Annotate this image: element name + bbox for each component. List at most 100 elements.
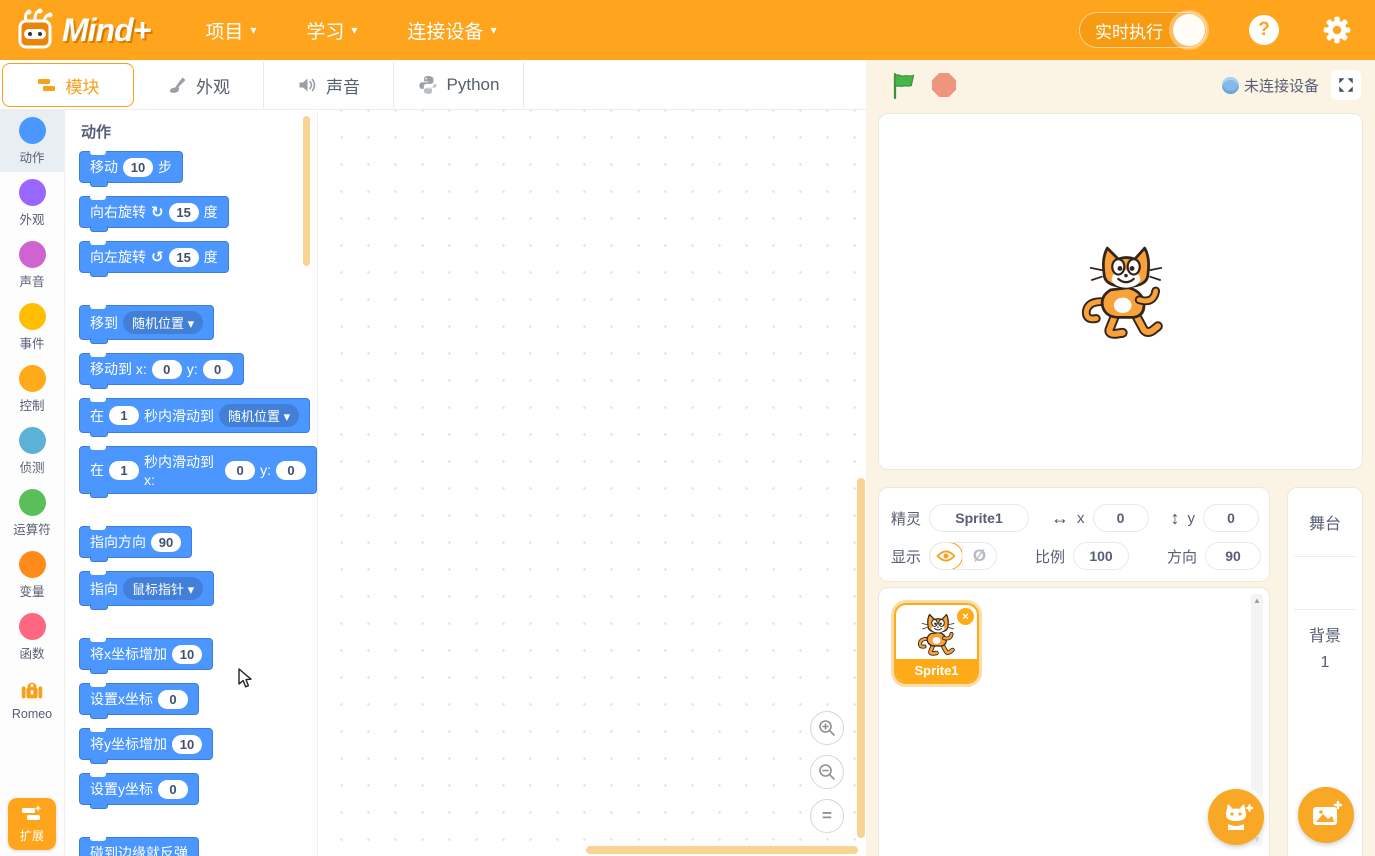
palette-block-glide-random[interactable]: 在1秒内滑动到随机位置 ▾ bbox=[79, 398, 310, 433]
block-number-input[interactable]: 90 bbox=[151, 533, 181, 552]
settings-button[interactable] bbox=[1321, 14, 1353, 46]
stage-sprite-cat[interactable] bbox=[1071, 236, 1181, 346]
tab-blocks[interactable]: 模块 bbox=[2, 63, 134, 107]
help-button[interactable]: ? bbox=[1249, 15, 1279, 45]
divider bbox=[1294, 556, 1356, 557]
device-status[interactable]: 未连接设备 bbox=[1222, 75, 1319, 96]
sprite-scale-input[interactable]: 100 bbox=[1073, 542, 1129, 570]
palette-block-change-x[interactable]: 将x坐标增加 10 bbox=[79, 638, 213, 670]
menu-connect-device[interactable]: 连接设备▾ bbox=[407, 17, 496, 44]
direction-label: 方向 bbox=[1167, 546, 1197, 567]
add-backdrop-button[interactable] bbox=[1298, 787, 1354, 843]
tab-label: 模块 bbox=[66, 73, 100, 98]
sprite-x-input[interactable]: 0 bbox=[1093, 504, 1149, 532]
workspace-horizontal-scrollbar[interactable] bbox=[586, 846, 858, 854]
palette-block-point-direction[interactable]: 指向方向 90 bbox=[79, 526, 192, 558]
block-number-input[interactable]: 15 bbox=[169, 203, 199, 222]
fullscreen-button[interactable] bbox=[1331, 70, 1361, 100]
palette-scrollbar[interactable] bbox=[303, 116, 310, 266]
extension-button[interactable]: 扩展 bbox=[8, 798, 56, 850]
delete-sprite-button[interactable]: × bbox=[957, 608, 974, 625]
palette-block-move-steps[interactable]: 移动10步 bbox=[79, 151, 183, 183]
sprite-label: 精灵 bbox=[891, 508, 921, 529]
sprite-card[interactable]: × Sprite1 bbox=[894, 603, 979, 684]
zoom-in-button[interactable] bbox=[810, 711, 844, 745]
sidebar-item-events[interactable]: 事件 bbox=[0, 296, 64, 358]
palette-block-point-towards[interactable]: 指向鼠标指针 ▾ bbox=[79, 571, 214, 606]
sprite-direction-input[interactable]: 90 bbox=[1205, 542, 1261, 570]
menu-project[interactable]: 项目▾ bbox=[205, 17, 256, 44]
tab-costumes[interactable]: 外观 bbox=[134, 62, 264, 108]
sprite-card-name: Sprite1 bbox=[896, 659, 977, 682]
green-flag-button[interactable] bbox=[890, 72, 918, 99]
sprite-name-input[interactable]: Sprite1 bbox=[929, 504, 1029, 532]
palette-block-set-y[interactable]: 设置y坐标0 bbox=[79, 773, 199, 805]
workspace-vertical-scrollbar[interactable] bbox=[857, 478, 865, 838]
block-number-input[interactable]: 10 bbox=[172, 645, 202, 664]
block-text: 秒内滑动到 bbox=[144, 406, 214, 426]
block-number-input[interactable]: 0 bbox=[152, 360, 182, 379]
scroll-up-icon[interactable]: ▲ bbox=[1253, 594, 1261, 607]
realtime-execute-toggle[interactable]: 实时执行 bbox=[1079, 12, 1207, 48]
stage-canvas[interactable] bbox=[878, 113, 1363, 470]
block-number-input[interactable]: 1 bbox=[109, 406, 139, 425]
block-number-input[interactable]: 0 bbox=[276, 461, 306, 480]
block-dropdown[interactable]: 随机位置 ▾ bbox=[123, 311, 203, 334]
code-workspace[interactable]: = bbox=[317, 110, 866, 856]
editor-tab-bar: 模块 外观 声音Python bbox=[0, 60, 866, 110]
palette-block-change-y[interactable]: 将y坐标增加10 bbox=[79, 728, 213, 760]
top-bar: Mind+ 项目▾ 学习▾ 连接设备▾ 实时执行 ? bbox=[0, 0, 1375, 60]
gear-icon bbox=[1321, 14, 1353, 46]
sidebar-item-looks[interactable]: 外观 bbox=[0, 172, 64, 234]
block-text: 指向方向 bbox=[90, 532, 146, 552]
sidebar-item-variables[interactable]: 变量 bbox=[0, 544, 64, 606]
sidebar-item-functions[interactable]: 函数 bbox=[0, 606, 64, 668]
category-color-dot bbox=[19, 489, 46, 516]
sprite-y-input[interactable]: 0 bbox=[1203, 504, 1259, 532]
hide-sprite-button[interactable]: Ø bbox=[962, 543, 996, 569]
backdrop-count: 1 bbox=[1288, 654, 1362, 672]
tab-python[interactable]: Python bbox=[394, 62, 524, 108]
category-color-dot bbox=[19, 365, 46, 392]
palette-block-bounce-edge[interactable]: 碰到边缘就反弹 bbox=[79, 837, 199, 856]
sidebar-item-sound[interactable]: 声音 bbox=[0, 234, 64, 296]
logo-text: Mind+ bbox=[62, 12, 150, 49]
tab-sounds[interactable]: 声音 bbox=[264, 62, 394, 108]
zoom-reset-button[interactable]: = bbox=[810, 799, 844, 833]
block-number-input[interactable]: 0 bbox=[225, 461, 255, 480]
stage-header: 未连接设备 bbox=[866, 60, 1375, 110]
block-number-input[interactable]: 0 bbox=[203, 360, 233, 379]
palette-block-turn-left[interactable]: 向左旋转↺15度 bbox=[79, 241, 229, 273]
block-number-input[interactable]: 10 bbox=[172, 735, 202, 754]
tab-label: 外观 bbox=[196, 73, 230, 98]
block-number-input[interactable]: 15 bbox=[169, 248, 199, 267]
zoom-out-button[interactable] bbox=[810, 755, 844, 789]
show-sprite-button[interactable] bbox=[929, 542, 963, 570]
block-dropdown[interactable]: 随机位置 ▾ bbox=[219, 404, 299, 427]
app-logo[interactable]: Mind+ bbox=[12, 7, 150, 53]
block-text: 将x坐标增加 bbox=[90, 644, 167, 664]
block-number-input[interactable]: 1 bbox=[109, 461, 139, 480]
block-number-input[interactable]: 0 bbox=[158, 690, 188, 709]
palette-block-goto-xy[interactable]: 移动到 x:0y:0 bbox=[79, 353, 244, 385]
palette-block-goto-random[interactable]: 移到随机位置 ▾ bbox=[79, 305, 214, 340]
block-number-input[interactable]: 10 bbox=[123, 158, 153, 177]
palette-block-glide-xy[interactable]: 在1秒内滑动到 x:0y:0 bbox=[79, 446, 317, 494]
add-sprite-button[interactable] bbox=[1208, 789, 1264, 845]
block-number-input[interactable]: 0 bbox=[158, 780, 188, 799]
palette-block-set-x[interactable]: 设置x坐标 0 bbox=[79, 683, 199, 715]
menu-label: 项目 bbox=[205, 17, 243, 44]
stage-backdrop-column[interactable]: 舞台 背景 1 bbox=[1287, 487, 1363, 856]
menu-learn[interactable]: 学习▾ bbox=[306, 17, 357, 44]
block-dropdown[interactable]: 鼠标指针 ▾ bbox=[123, 577, 203, 600]
sidebar-item-control[interactable]: 控制 bbox=[0, 358, 64, 420]
palette-block-turn-right[interactable]: 向右旋转↻15度 bbox=[79, 196, 229, 228]
sidebar-item-sensing[interactable]: 侦测 bbox=[0, 420, 64, 482]
stop-button[interactable] bbox=[932, 73, 956, 97]
sidebar-item-romeo[interactable]: Romeo bbox=[0, 668, 64, 730]
sidebar-item-operators[interactable]: 运算符 bbox=[0, 482, 64, 544]
sidebar-item-motion[interactable]: 动作 bbox=[0, 110, 64, 172]
block-text: 向右旋转 bbox=[90, 202, 146, 222]
eye-visible-icon bbox=[936, 549, 956, 563]
block-text: 设置x坐标 bbox=[90, 689, 153, 709]
